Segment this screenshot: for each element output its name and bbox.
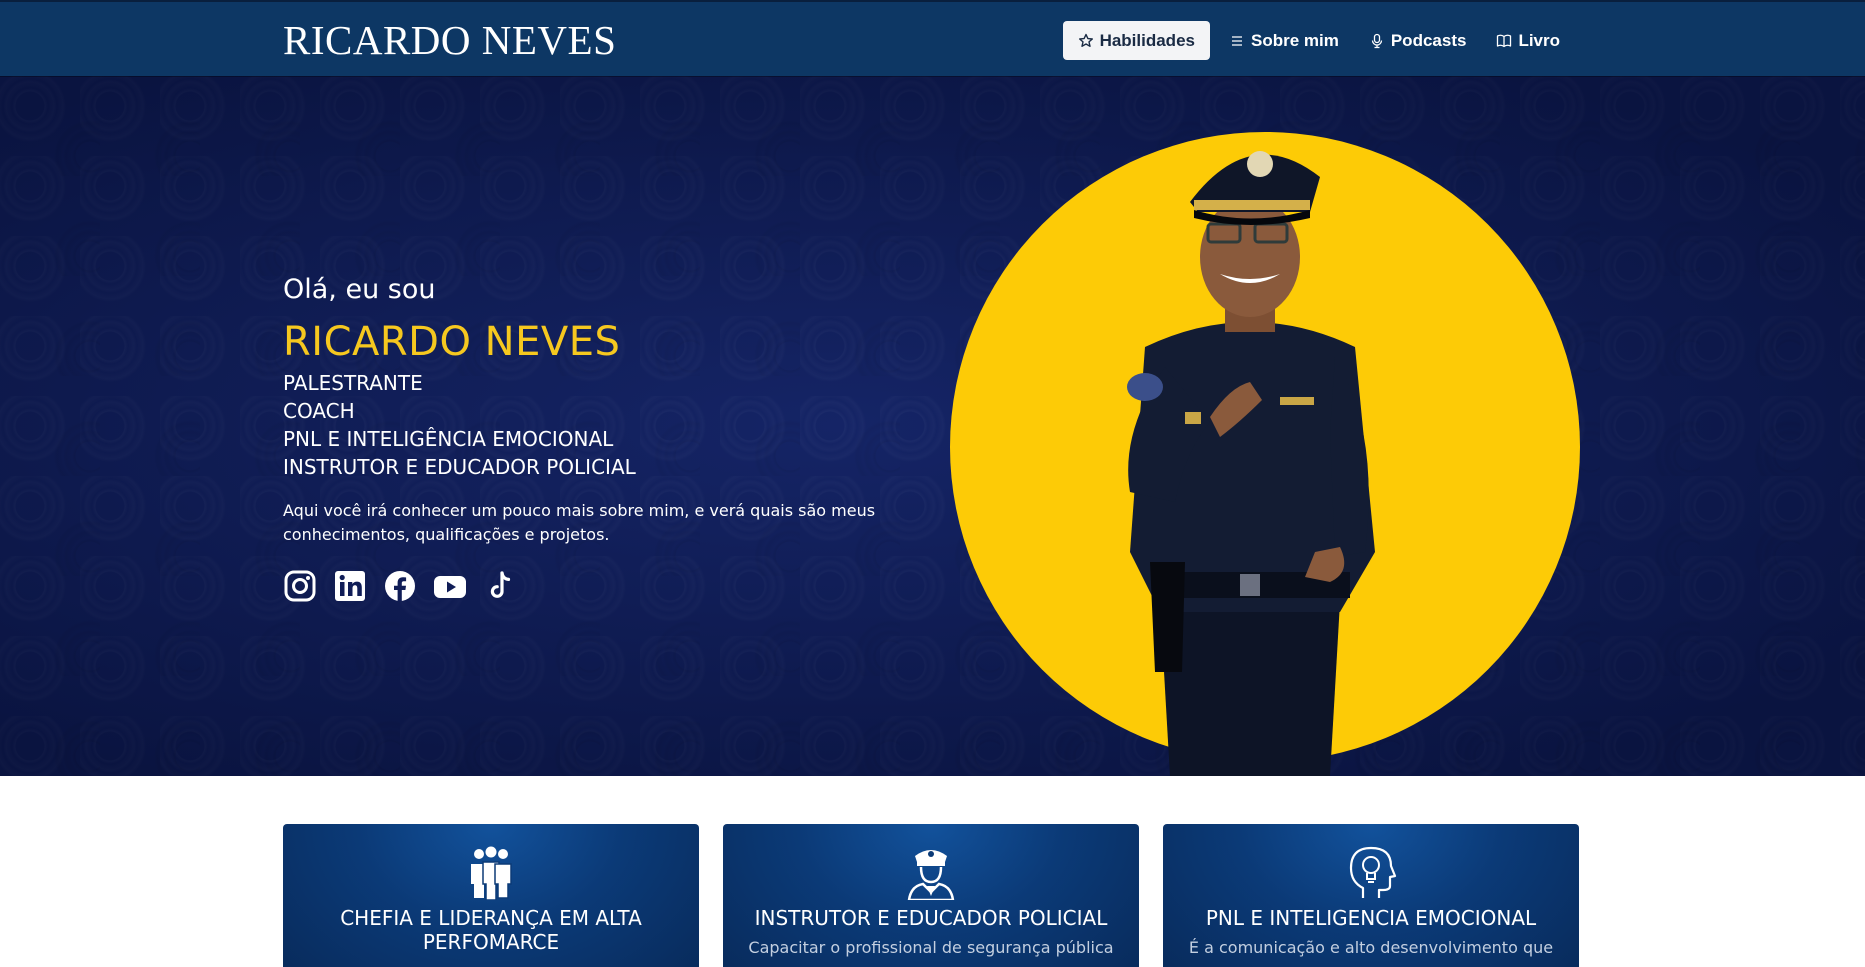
nav-sobre-mim-label: Sobre mim (1250, 30, 1339, 50)
role-item: INSTRUTOR E EDUCADOR POLICIAL (283, 455, 636, 479)
roles-list: PALESTRANTE COACH PNL E INTELIGÊNCIA EMO… (283, 369, 893, 481)
star-icon (1078, 33, 1094, 49)
skill-card-pnl[interactable]: PNL E INTELIGENCIA EMOCIONAL É a comunic… (1163, 824, 1579, 967)
role-item: COACH (283, 399, 355, 423)
linkedin-icon[interactable] (333, 569, 367, 603)
hero-intro: Aqui você irá conhecer um pouco mais sob… (283, 501, 876, 544)
list-icon (1229, 33, 1245, 49)
card-title: PNL E INTELIGENCIA EMOCIONAL (1205, 906, 1537, 930)
skill-card-lideranca[interactable]: CHEFIA E LIDERANÇA EM ALTA PERFOMARCE (283, 824, 699, 967)
brand-logo[interactable]: RICARDO NEVES (283, 16, 616, 64)
role-item: PNL E INTELIGÊNCIA EMOCIONAL (283, 427, 614, 451)
police-officer-icon (905, 844, 957, 900)
card-desc: É a comunicação e alto desenvolvimento q… (1188, 938, 1554, 957)
tiktok-icon[interactable] (483, 569, 517, 603)
microphone-icon (1369, 33, 1385, 49)
main-nav: Habilidades Sobre mim Podcasts Livro (1062, 21, 1575, 60)
head-lightbulb-icon (1345, 844, 1397, 900)
hero-section: Olá, eu sou RICARDO NEVES PALESTRANTE CO… (0, 76, 1865, 776)
card-title: INSTRUTOR E EDUCADOR POLICIAL (754, 906, 1108, 930)
nav-livro[interactable]: Livro (1481, 21, 1575, 60)
skills-cards: CHEFIA E LIDERANÇA EM ALTA PERFOMARCE IN… (283, 824, 1579, 967)
card-title: CHEFIA E LIDERANÇA EM ALTA PERFOMARCE (340, 906, 642, 954)
role-item: PALESTRANTE (283, 371, 423, 395)
hero-name: RICARDO NEVES (283, 319, 621, 365)
hero-photo (950, 132, 1580, 776)
instagram-icon[interactable] (283, 569, 317, 603)
facebook-icon[interactable] (383, 569, 417, 603)
card-desc: Capacitar o profissional de segurança pú… (748, 938, 1114, 957)
social-links (283, 569, 893, 603)
nav-podcasts[interactable]: Podcasts (1354, 21, 1482, 60)
hero-text: Olá, eu sou RICARDO NEVES PALESTRANTE CO… (283, 274, 893, 603)
nav-sobre-mim[interactable]: Sobre mim (1214, 21, 1354, 60)
book-icon (1496, 33, 1512, 49)
team-icon (465, 844, 517, 900)
top-navbar: RICARDO NEVES Habilidades Sobre mim Podc… (0, 0, 1865, 76)
nav-habilidades[interactable]: Habilidades (1062, 21, 1210, 60)
hero-greeting: Olá, eu sou (283, 274, 436, 305)
nav-podcasts-label: Podcasts (1390, 30, 1467, 50)
skill-card-instrutor[interactable]: INSTRUTOR E EDUCADOR POLICIAL Capacitar … (723, 824, 1139, 967)
nav-livro-label: Livro (1518, 30, 1560, 50)
nav-habilidades-label: Habilidades (1099, 30, 1195, 50)
youtube-icon[interactable] (433, 569, 467, 603)
police-officer-portrait (1127, 151, 1375, 776)
